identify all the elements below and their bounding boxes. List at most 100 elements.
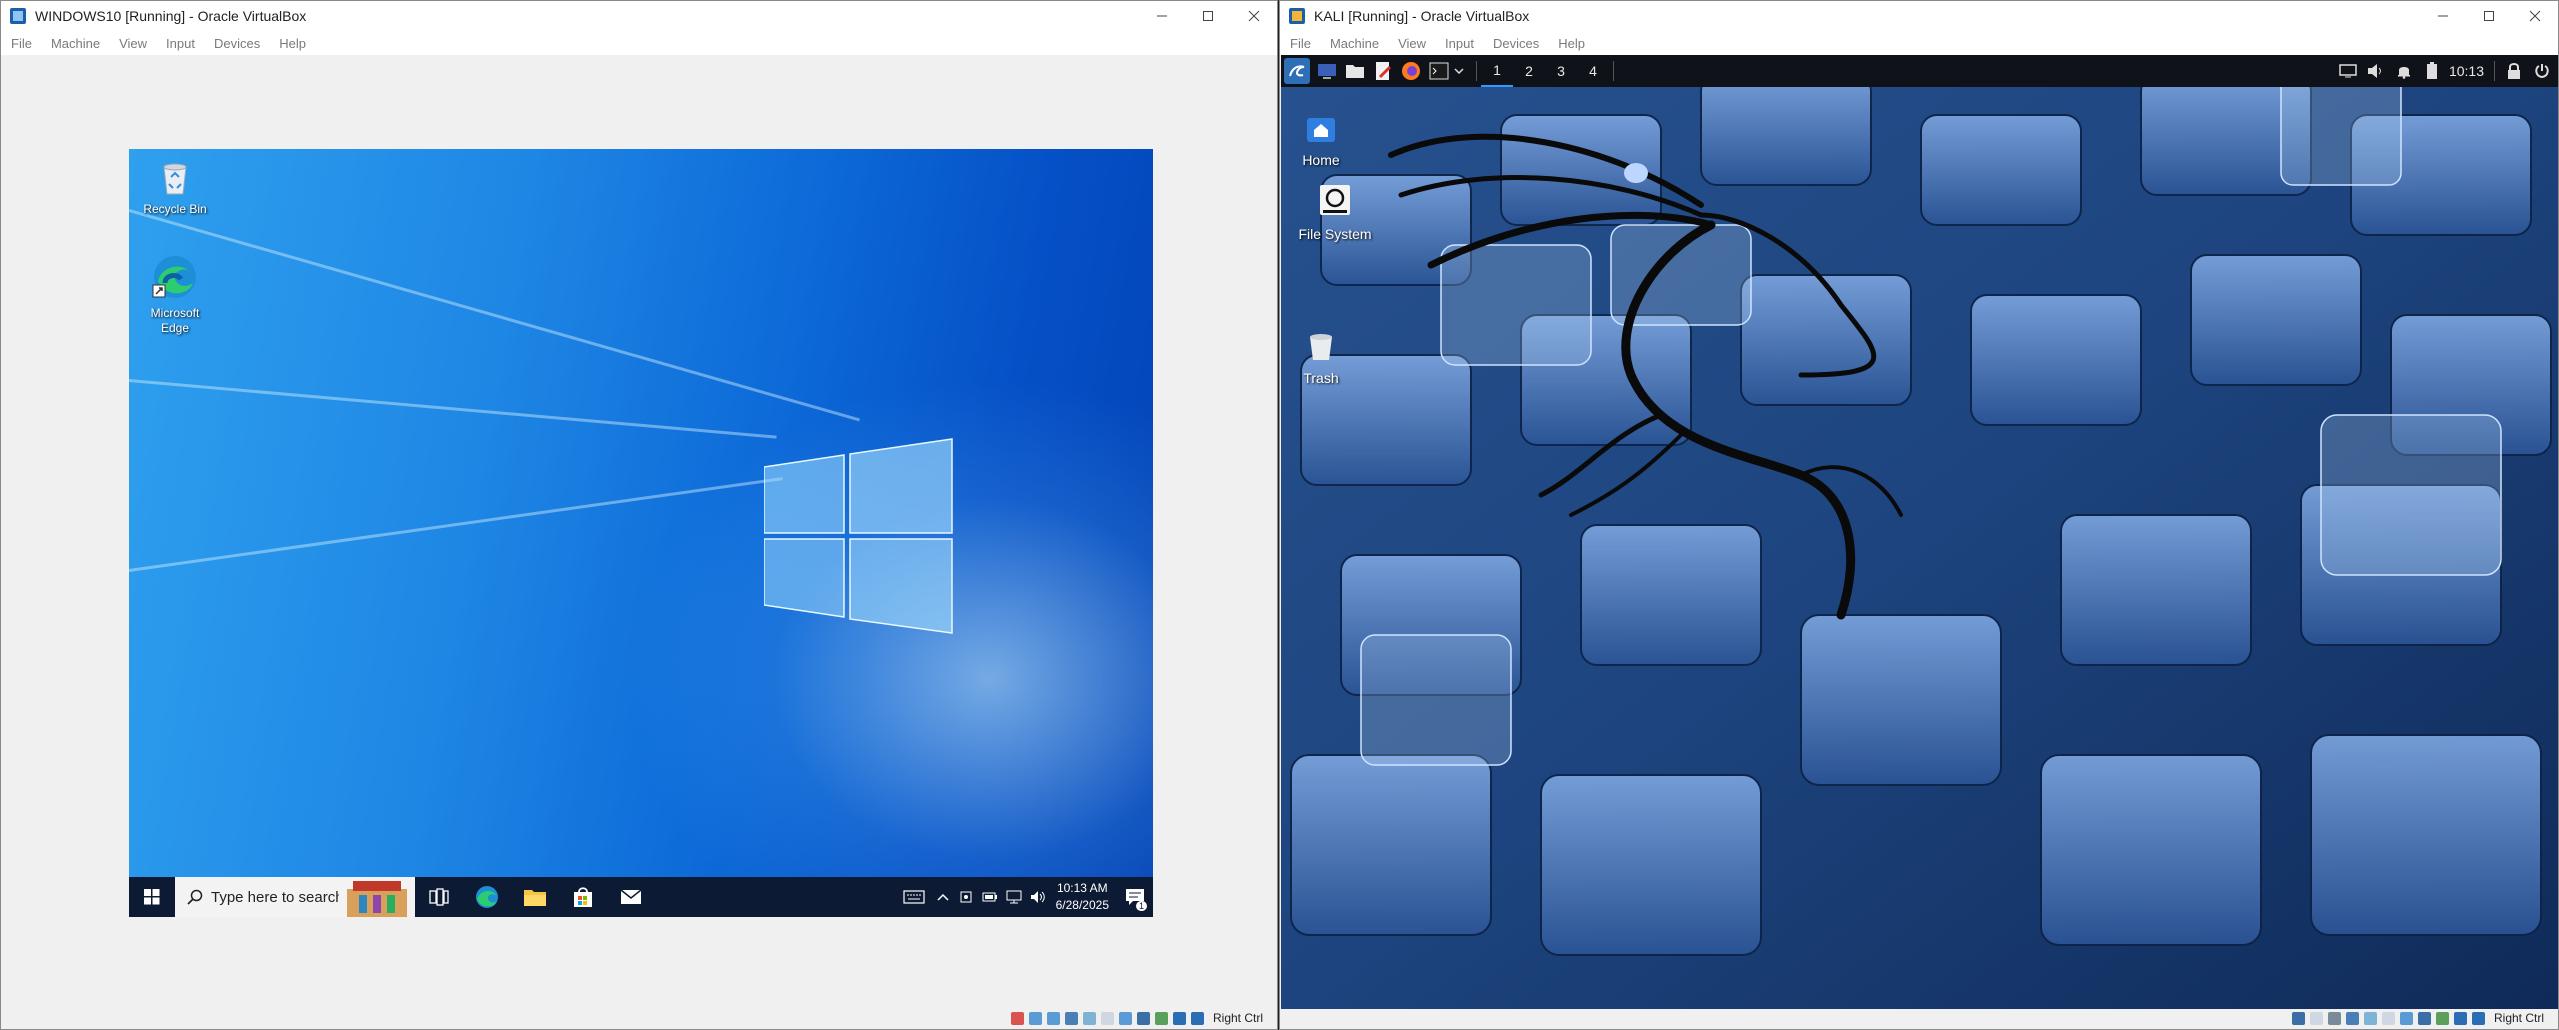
host-key-label: Right Ctrl xyxy=(2493,1011,2544,1025)
hard-disk-icon[interactable] xyxy=(1010,1011,1024,1025)
keyboard-tray[interactable] xyxy=(896,877,932,917)
search-placeholder: Type here to search xyxy=(211,888,344,906)
keyboard-capture-icon[interactable] xyxy=(1190,1011,1204,1025)
trash-icon xyxy=(1310,334,1332,360)
keyboard-capture-icon[interactable] xyxy=(2471,1011,2485,1025)
desktop-icon-trash[interactable]: Trash xyxy=(1281,331,1361,386)
menu-view[interactable]: View xyxy=(119,36,147,51)
show-hidden-icons[interactable] xyxy=(932,877,954,917)
taskbar-file-explorer[interactable] xyxy=(511,877,559,917)
menu-help[interactable]: Help xyxy=(1558,36,1585,51)
optical-drive-icon[interactable] xyxy=(1028,1011,1042,1025)
menu-machine[interactable]: Machine xyxy=(1330,36,1379,51)
tray-meet-now[interactable] xyxy=(954,877,978,917)
kali-guest-screen[interactable]: 1 2 3 4 10:13 Home File System Trash xyxy=(1281,55,2558,1009)
shared-folders-icon[interactable] xyxy=(1100,1011,1114,1025)
panel-terminal-launcher[interactable] xyxy=(1428,60,1450,82)
panel-lock-screen[interactable] xyxy=(2503,60,2525,82)
usb-icon[interactable] xyxy=(2363,1011,2377,1025)
usb-icon[interactable] xyxy=(1082,1011,1096,1025)
menu-file[interactable]: File xyxy=(11,36,32,51)
panel-file-manager-launcher[interactable] xyxy=(1344,60,1366,82)
panel-display-indicator[interactable] xyxy=(2337,60,2359,82)
titlebar[interactable]: KALI [Running] - Oracle VirtualBox xyxy=(1280,1,2558,31)
minimize-button[interactable] xyxy=(1139,1,1185,31)
taskbar-store[interactable] xyxy=(559,877,607,917)
menu-devices[interactable]: Devices xyxy=(214,36,260,51)
close-button[interactable] xyxy=(2512,1,2558,31)
mouse-integration-icon[interactable] xyxy=(1172,1011,1186,1025)
maximize-button[interactable] xyxy=(1185,1,1231,31)
close-icon xyxy=(1248,10,1260,22)
tray-network[interactable] xyxy=(1002,877,1026,917)
action-center-button[interactable]: 1 xyxy=(1117,877,1153,917)
maximize-button[interactable] xyxy=(2466,1,2512,31)
menu-input[interactable]: Input xyxy=(1445,36,1474,51)
menu-view[interactable]: View xyxy=(1398,36,1426,51)
panel-logout[interactable] xyxy=(2531,60,2553,82)
panel-desktop-launcher[interactable] xyxy=(1316,60,1338,82)
minimize-button[interactable] xyxy=(2420,1,2466,31)
panel-firefox-launcher[interactable] xyxy=(1400,60,1422,82)
audio-icon[interactable] xyxy=(2327,1011,2341,1025)
workspace-3[interactable]: 3 xyxy=(1545,55,1577,87)
kali-wallpaper xyxy=(1281,55,2558,1009)
network-adapter-icon[interactable] xyxy=(1064,1011,1078,1025)
tray-battery[interactable] xyxy=(978,877,1002,917)
network-adapter-icon[interactable] xyxy=(2345,1011,2359,1025)
desktop-icon-edge[interactable]: Microsoft Edge xyxy=(135,253,215,336)
taskbar-search-box[interactable]: Type here to search xyxy=(175,877,415,917)
tray-volume[interactable] xyxy=(1026,877,1050,917)
panel-battery-indicator[interactable] xyxy=(2421,60,2443,82)
taskbar-clock[interactable]: 10:13 AM 6/28/2025 xyxy=(1056,880,1109,914)
desktop-icon-home[interactable]: Home xyxy=(1281,117,1361,168)
cpu-icon[interactable] xyxy=(1154,1011,1168,1025)
cpu-icon[interactable] xyxy=(2435,1011,2449,1025)
titlebar[interactable]: WINDOWS10 [Running] - Oracle VirtualBox xyxy=(1,1,1277,31)
audio-icon[interactable] xyxy=(1046,1011,1060,1025)
kali-menu-button[interactable] xyxy=(1284,58,1310,84)
workspace-1[interactable]: 1 xyxy=(1481,55,1513,87)
desktop-icon-recycle-bin[interactable]: Recycle Bin xyxy=(135,157,215,217)
maximize-icon xyxy=(2484,11,2494,21)
taskbar-task-view[interactable] xyxy=(415,877,463,917)
meet-now-icon xyxy=(960,891,972,903)
hard-disk-icon[interactable] xyxy=(2291,1011,2305,1025)
shared-folders-icon[interactable] xyxy=(2381,1011,2395,1025)
recording-icon[interactable] xyxy=(1136,1011,1150,1025)
menu-machine[interactable]: Machine xyxy=(51,36,100,51)
optical-drive-icon[interactable] xyxy=(2309,1011,2323,1025)
menu-input[interactable]: Input xyxy=(166,36,195,51)
display-icon[interactable] xyxy=(2399,1011,2413,1025)
desktop-icon-file-system[interactable]: File System xyxy=(1295,183,1375,242)
text-editor-icon xyxy=(1376,62,1392,80)
taskbar-edge[interactable] xyxy=(463,877,511,917)
maximize-icon xyxy=(1203,11,1213,21)
panel-volume-indicator[interactable] xyxy=(2365,60,2387,82)
panel-clock[interactable]: 10:13 xyxy=(2449,63,2484,79)
windows-guest-screen[interactable]: Recycle Bin Microsoft Edge Type here to … xyxy=(129,149,1153,917)
menu-file[interactable]: File xyxy=(1290,36,1311,51)
recording-icon[interactable] xyxy=(2417,1011,2431,1025)
home-folder-icon xyxy=(1307,118,1335,142)
menu-help[interactable]: Help xyxy=(279,36,306,51)
display-icon[interactable] xyxy=(1118,1011,1132,1025)
window-title: WINDOWS10 [Running] - Oracle VirtualBox xyxy=(35,8,307,24)
keyboard-icon xyxy=(903,890,925,904)
start-button[interactable] xyxy=(129,877,175,917)
kali-menu-icon xyxy=(1289,65,1305,77)
workspace-2[interactable]: 2 xyxy=(1513,55,1545,87)
panel-notifications-indicator[interactable] xyxy=(2393,60,2415,82)
chevron-down-icon xyxy=(1454,68,1464,74)
vbox-statusbar: Right Ctrl xyxy=(1,1007,1277,1029)
workspace-4[interactable]: 4 xyxy=(1577,55,1609,87)
menu-devices[interactable]: Devices xyxy=(1493,36,1539,51)
close-button[interactable] xyxy=(1231,1,1277,31)
desktop-icon xyxy=(1318,64,1336,79)
panel-text-editor-launcher[interactable] xyxy=(1372,60,1394,82)
panel-launcher-dropdown[interactable] xyxy=(1452,60,1466,82)
file-manager-icon xyxy=(1346,65,1364,78)
edge-icon xyxy=(476,886,498,908)
taskbar-mail[interactable] xyxy=(607,877,655,917)
mouse-integration-icon[interactable] xyxy=(2453,1011,2467,1025)
